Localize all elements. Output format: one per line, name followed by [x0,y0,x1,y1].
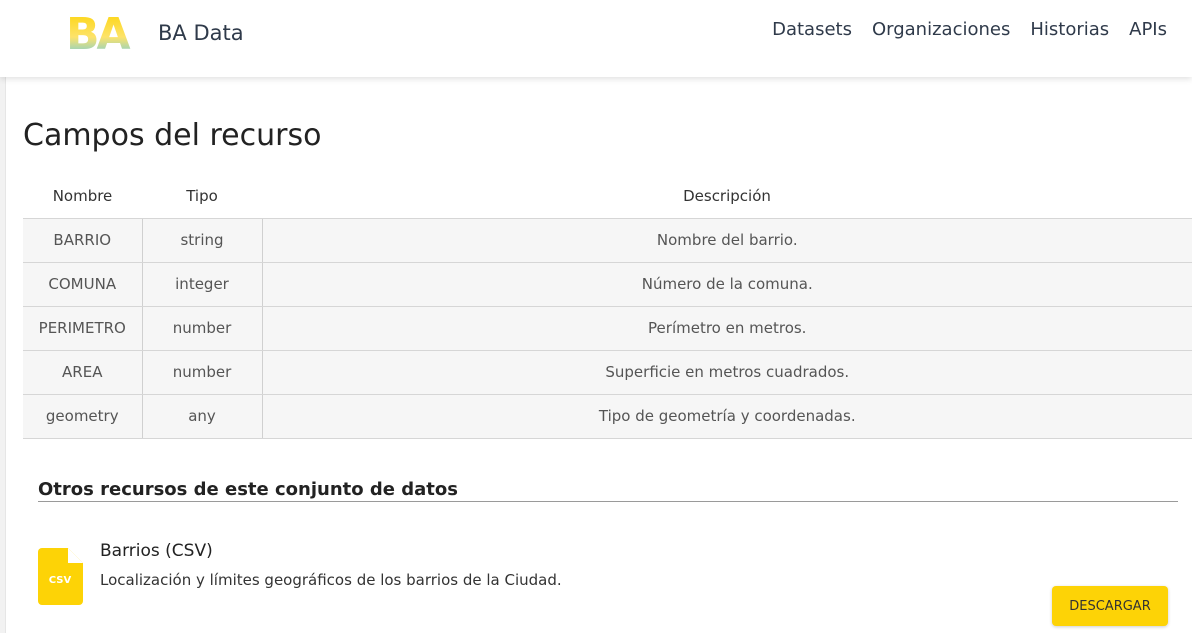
nav-historias[interactable]: Historias [1030,19,1109,40]
field-type: integer [141,262,263,307]
site-header: BA BA Data Datasets Organizaciones Histo… [0,0,1192,77]
field-description: Tipo de geometría y coordenadas. [262,394,1192,439]
field-description: Perímetro en metros. [262,306,1192,351]
field-description: Superficie en metros cuadrados. [262,350,1192,395]
nav-organizaciones[interactable]: Organizaciones [872,19,1010,40]
table-row: COMUNA integer Número de la comuna. [23,262,1192,307]
field-name: COMUNA [23,262,142,307]
download-button[interactable]: DESCARGAR [1052,586,1168,626]
column-header-type: Tipo [142,174,262,219]
field-name: AREA [23,350,142,395]
page-title: Campos del recurso [23,118,322,153]
table-row: geometry any Tipo de geometría y coorden… [23,394,1192,439]
table-row: PERIMETRO number Perímetro en metros. [23,306,1192,351]
main-nav: Datasets Organizaciones Historias APIs [772,19,1167,40]
section-divider [38,501,1178,502]
nav-apis[interactable]: APIs [1129,19,1167,40]
field-name: PERIMETRO [23,306,142,351]
table-row: BARRIO string Nombre del barrio. [23,217,1192,263]
other-resources-title: Otros recursos de este conjunto de datos [38,479,458,500]
brand-name[interactable]: BA Data [158,21,244,45]
field-name: BARRIO [23,218,142,263]
resource-description: Localización y límites geográficos de lo… [100,571,562,589]
column-header-description: Descripción [262,174,1192,219]
nav-datasets[interactable]: Datasets [772,19,852,40]
field-type: number [141,306,263,351]
field-type: any [141,394,263,439]
table-row: AREA number Superficie en metros cuadrad… [23,350,1192,395]
field-description: Nombre del barrio. [262,218,1192,263]
ba-logo[interactable]: BA [66,13,146,55]
logo-text: BA [66,13,131,55]
csv-file-icon: CSV [38,548,83,605]
left-edge-divider [0,77,6,633]
field-type: number [141,350,263,395]
field-name: geometry [23,394,142,439]
column-header-name: Nombre [23,174,142,219]
file-format-label: CSV [49,575,72,586]
table-header-row: Nombre Tipo Descripción [23,174,1192,219]
fields-table: Nombre Tipo Descripción BARRIO string No… [23,174,1192,439]
resource-title[interactable]: Barrios (CSV) [100,541,213,561]
field-type: string [141,217,263,263]
field-description: Número de la comuna. [262,262,1192,307]
